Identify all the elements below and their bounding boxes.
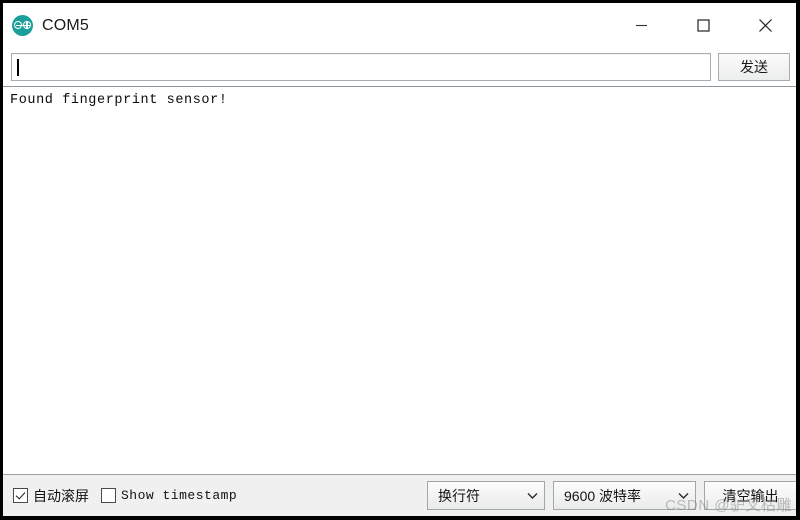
arduino-logo-icon	[12, 15, 33, 36]
timestamp-checkbox-wrap[interactable]: Show timestamp	[101, 488, 237, 503]
autoscroll-checkbox[interactable]	[13, 488, 28, 503]
serial-send-input[interactable]	[11, 53, 711, 81]
timestamp-checkbox[interactable]	[101, 488, 116, 503]
console-output[interactable]: Found fingerprint sensor!	[3, 86, 796, 474]
maximize-icon	[696, 19, 710, 32]
chevron-down-icon	[676, 488, 691, 503]
status-bar-right: 换行符 9600 波特率 清空输出	[427, 475, 796, 517]
window-title: COM5	[42, 16, 90, 34]
timestamp-label: Show timestamp	[121, 488, 238, 503]
send-row: 发送	[3, 48, 796, 86]
line-ending-select[interactable]: 换行符	[427, 481, 545, 510]
minimize-button[interactable]	[610, 3, 672, 48]
baud-rate-select[interactable]: 9600 波特率	[553, 481, 696, 510]
clear-output-button[interactable]: 清空输出	[704, 481, 796, 510]
title-bar-left: COM5	[3, 15, 89, 36]
autoscroll-label: 自动滚屏	[33, 487, 89, 504]
console-line: Found fingerprint sensor!	[10, 93, 228, 108]
maximize-button[interactable]	[672, 3, 734, 48]
baud-rate-value: 9600 波特率	[564, 487, 642, 504]
close-button[interactable]	[734, 3, 796, 48]
text-caret	[17, 58, 19, 76]
close-icon	[758, 19, 772, 32]
title-bar: COM5	[3, 3, 796, 48]
chevron-down-icon	[525, 488, 540, 503]
autoscroll-checkbox-wrap[interactable]: 自动滚屏	[13, 486, 89, 506]
status-bar: 自动滚屏 Show timestamp 换行符 9600 波特率 清空输出 CS…	[3, 474, 796, 516]
send-button[interactable]: 发送	[718, 53, 790, 81]
line-ending-value: 换行符	[438, 487, 480, 504]
serial-monitor-window: COM5 发送 Found fingerprint sensor! 自动滚屏 S…	[0, 0, 800, 520]
minimize-icon	[635, 24, 647, 27]
window-controls	[610, 3, 796, 48]
